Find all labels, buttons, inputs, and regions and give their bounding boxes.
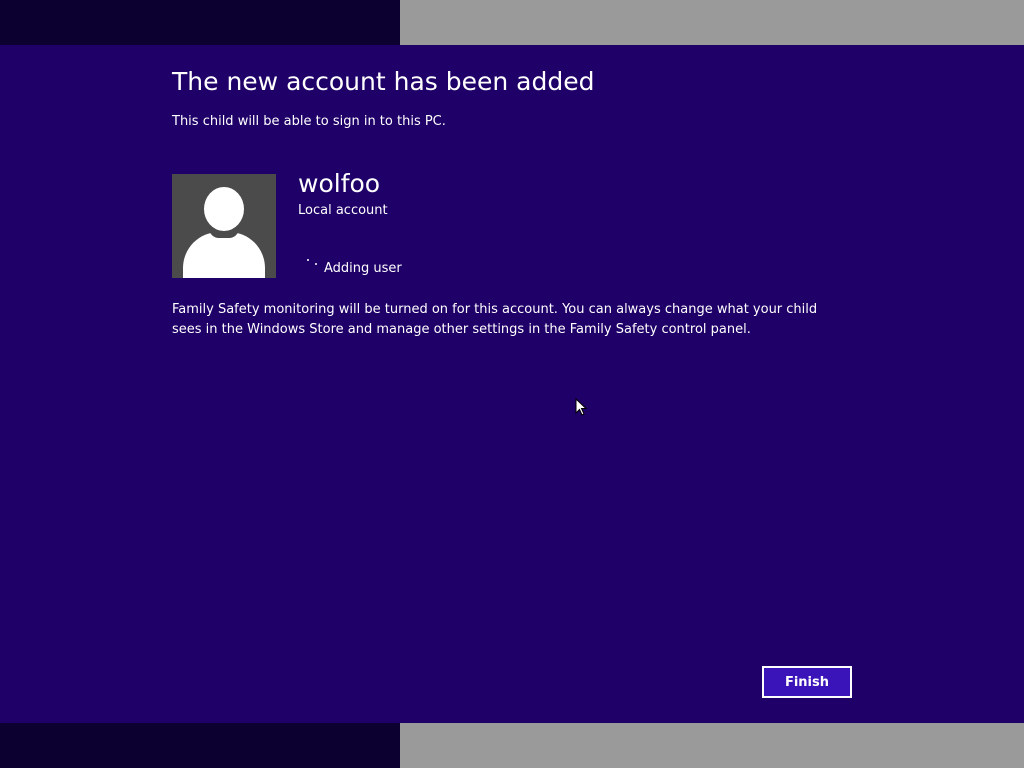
finish-button[interactable]: Finish xyxy=(762,666,852,698)
status-text: Adding user xyxy=(324,261,402,276)
avatar-body xyxy=(183,232,265,278)
bottom-bar xyxy=(0,723,1024,768)
add-account-screen: The new account has been added This chil… xyxy=(0,0,1024,768)
family-safety-info: Family Safety monitoring will be turned … xyxy=(172,302,818,337)
top-bar-gray-segment xyxy=(400,0,1024,45)
account-type: Local account xyxy=(298,203,388,218)
top-bar xyxy=(0,0,1024,45)
top-bar-dark-segment xyxy=(0,0,400,45)
avatar-head xyxy=(204,187,244,231)
bottom-bar-gray-segment xyxy=(400,723,1024,768)
page-title: The new account has been added xyxy=(172,67,595,96)
mouse-pointer-icon xyxy=(575,398,587,416)
bottom-bar-dark-segment xyxy=(0,723,400,768)
account-name: wolfoo xyxy=(298,169,381,198)
progress-dot xyxy=(315,263,317,265)
progress-dots-icon xyxy=(306,258,320,270)
page-subtitle: This child will be able to sign in to th… xyxy=(172,114,446,129)
user-avatar-icon xyxy=(172,174,276,278)
progress-dot xyxy=(307,259,309,261)
